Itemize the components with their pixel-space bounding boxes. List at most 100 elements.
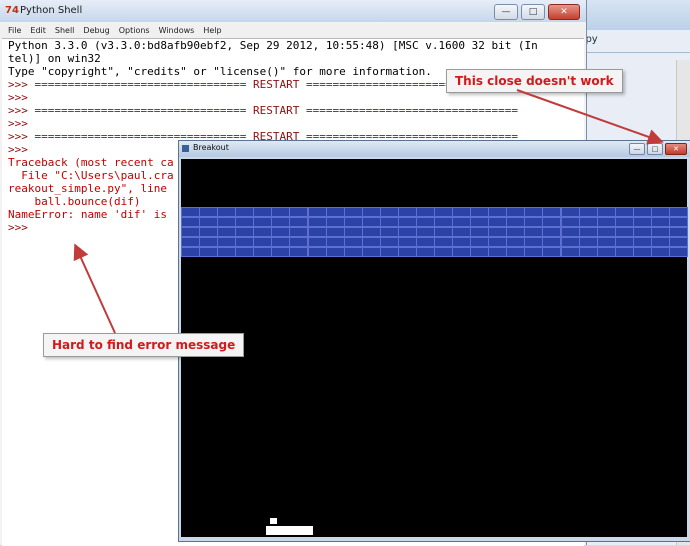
breakout-maximize-button[interactable]: □ (647, 143, 663, 155)
prompt-line: >>> (8, 143, 28, 156)
game-canvas[interactable] (181, 159, 688, 537)
brick (524, 247, 544, 257)
breakout-titlebar[interactable]: Breakout — □ ✕ (179, 141, 690, 157)
breakout-game-window: Breakout — □ ✕ (178, 140, 690, 542)
brick (524, 227, 544, 237)
brick (289, 207, 309, 217)
error-message-line: NameError: name 'dif' is (8, 208, 167, 221)
brick (325, 237, 345, 247)
paddle (266, 526, 313, 535)
close-button[interactable]: ✕ (548, 4, 580, 20)
brick (289, 247, 309, 257)
brick (343, 217, 363, 227)
annotation-close-note: This close doesn't work (446, 69, 623, 93)
maximize-button[interactable]: □ (521, 4, 545, 20)
brick (614, 217, 634, 227)
brick (470, 237, 490, 247)
menu-edit[interactable]: Edit (30, 24, 46, 38)
brick (560, 247, 580, 257)
brick (524, 217, 544, 227)
brick (434, 237, 453, 247)
brick (379, 237, 399, 247)
brick (379, 217, 399, 227)
brick (397, 207, 417, 217)
traceback-line: Traceback (most recent ca (8, 156, 174, 169)
brick (650, 217, 670, 227)
brick (343, 227, 363, 237)
restart-line: >>> ================================ RES… (8, 104, 518, 117)
menu-help[interactable]: Help (203, 24, 221, 38)
brick (668, 247, 688, 257)
brick (415, 237, 435, 247)
breakout-minimize-button[interactable]: — (629, 143, 645, 155)
brick (379, 207, 399, 217)
menu-windows[interactable]: Windows (159, 24, 195, 38)
breakout-window-title: Breakout (193, 143, 229, 152)
brick (488, 237, 508, 247)
breakout-close-button[interactable]: ✕ (665, 143, 687, 155)
window-title: Python Shell (20, 5, 83, 16)
brick (289, 227, 309, 237)
brick (361, 227, 381, 237)
pygame-icon (182, 145, 189, 152)
brick (235, 217, 255, 227)
minimize-button[interactable]: — (494, 4, 518, 20)
brick (614, 227, 634, 237)
brick (632, 237, 652, 247)
brick (578, 227, 598, 237)
brick (488, 227, 508, 237)
brick (524, 237, 544, 247)
brick (578, 247, 598, 257)
brick (506, 237, 526, 247)
brick (325, 207, 345, 217)
menu-file[interactable]: File (8, 24, 21, 38)
brick (614, 237, 634, 247)
menu-options[interactable]: Options (119, 24, 150, 38)
brick (415, 227, 435, 237)
brick (560, 217, 580, 227)
brick (542, 207, 562, 217)
shell-line: Type "copyright", "credits" or "license(… (8, 65, 432, 78)
brick (253, 247, 273, 257)
brick (307, 247, 327, 257)
brick (415, 247, 435, 257)
ball (270, 518, 277, 524)
brick (199, 227, 219, 237)
brick (596, 237, 616, 247)
brick (596, 247, 616, 257)
brick (253, 237, 273, 247)
brick (271, 217, 291, 227)
brick (217, 217, 237, 227)
brick (397, 237, 417, 247)
brick (470, 227, 490, 237)
brick (235, 247, 255, 257)
brick (452, 207, 472, 217)
brick (307, 217, 327, 227)
brick (235, 227, 255, 237)
prompt-line: >>> (8, 117, 28, 130)
brick (614, 207, 634, 217)
traceback-line: File "C:\Users\paul.cra (8, 169, 174, 182)
brick (452, 247, 472, 257)
brick (542, 227, 562, 237)
brick (325, 227, 345, 237)
brick (253, 217, 273, 227)
brick (542, 247, 562, 257)
brick (452, 237, 472, 247)
menu-debug[interactable]: Debug (83, 24, 109, 38)
brick (542, 237, 562, 247)
brick (199, 217, 219, 227)
brick (181, 217, 200, 227)
traceback-line: ball.bounce(dif) (8, 195, 141, 208)
brick (343, 237, 363, 247)
brick (488, 207, 508, 217)
brick (452, 227, 472, 237)
shell-titlebar[interactable]: 74 Python Shell — □ ✕ (0, 0, 586, 22)
brick (325, 247, 345, 257)
brick (397, 217, 417, 227)
menu-shell[interactable]: Shell (55, 24, 75, 38)
brick (506, 247, 526, 257)
annotation-error-note: Hard to find error message (43, 333, 245, 357)
brick (560, 227, 580, 237)
brick (307, 237, 327, 247)
